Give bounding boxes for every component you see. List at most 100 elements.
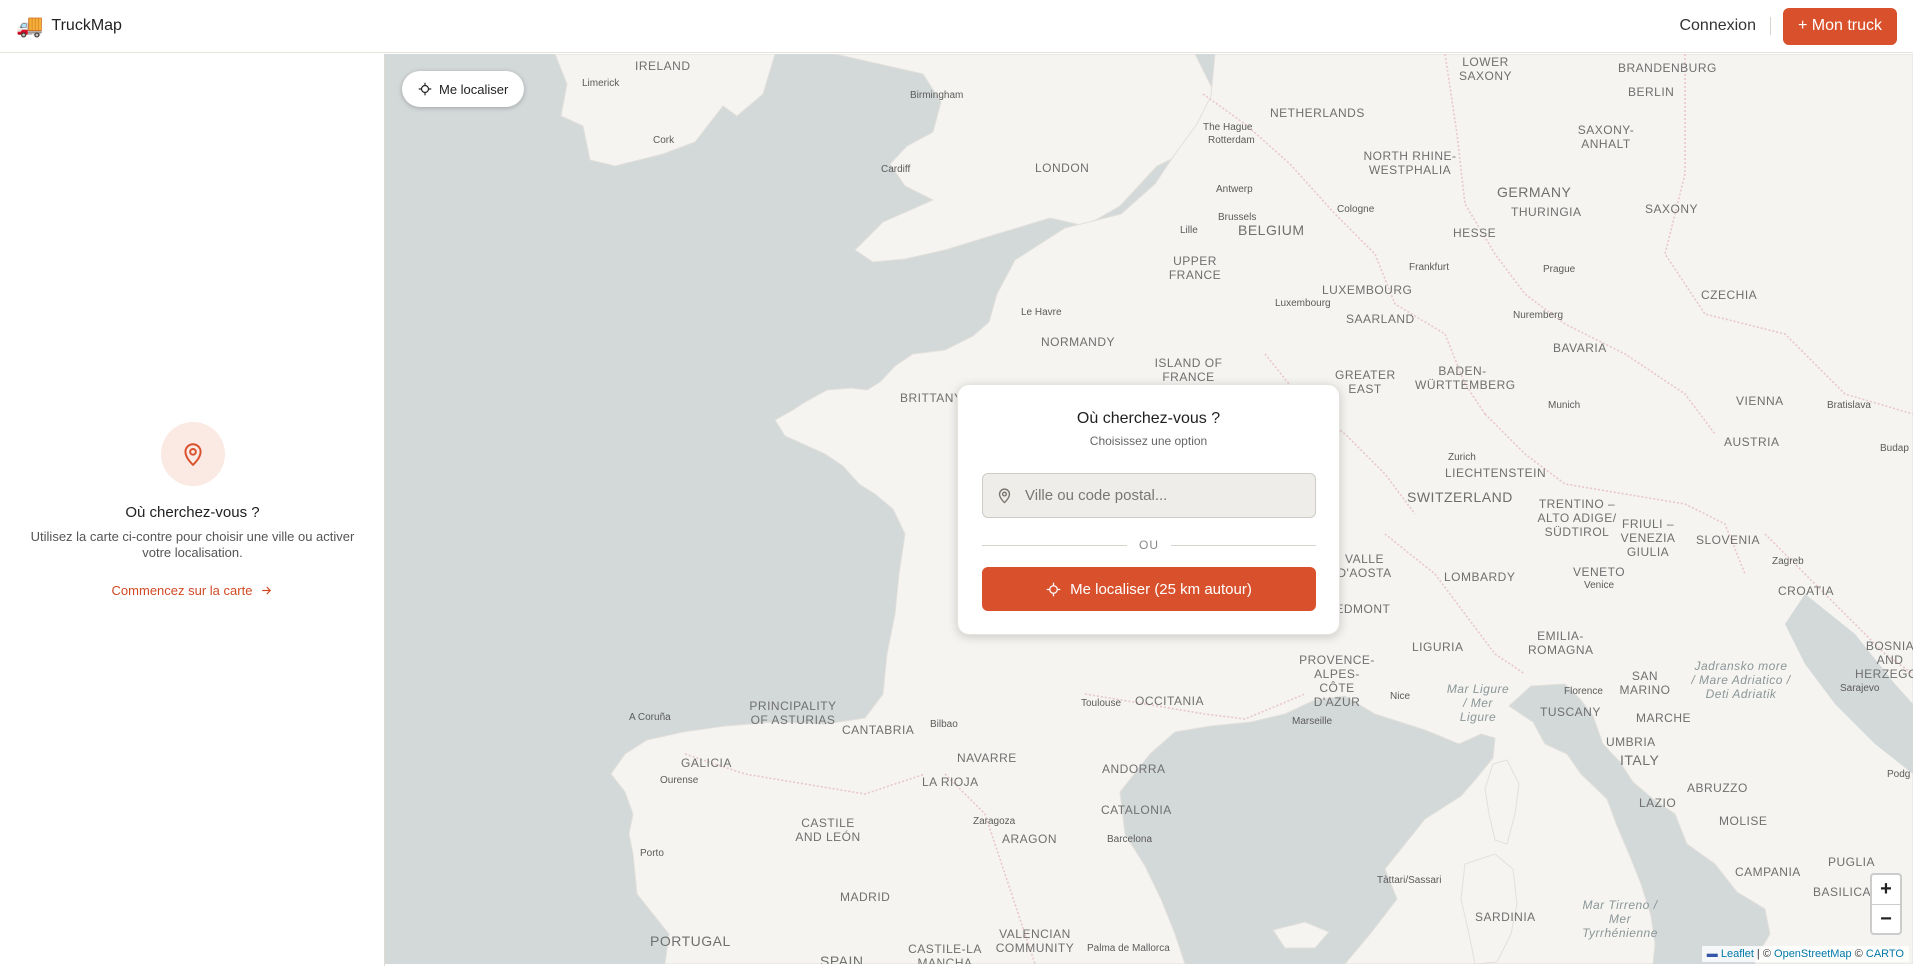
map-label-spain: SPAIN bbox=[820, 953, 864, 964]
map-label-antwerp: Antwerp bbox=[1216, 184, 1253, 195]
map-label-hesse: HESSE bbox=[1453, 226, 1497, 240]
map-label-abruzzo: ABRUZZO bbox=[1687, 781, 1748, 795]
or-label: OU bbox=[1139, 538, 1159, 552]
map-label-thuringia: THURINGIA bbox=[1511, 205, 1582, 219]
leaflet-link[interactable]: Leaflet bbox=[1721, 948, 1754, 960]
map-label-sardinia: SARDINIA bbox=[1475, 910, 1536, 924]
map-label-madrid: MADRID bbox=[840, 890, 891, 904]
add-truck-button[interactable]: + Mon truck bbox=[1782, 7, 1897, 45]
start-on-map-link[interactable]: Commencez sur la carte bbox=[112, 583, 274, 598]
or-divider: OU bbox=[982, 538, 1316, 552]
map-label-germany: GERMANY bbox=[1497, 184, 1572, 200]
map-label-castile-leon: CASTILE AND LEÓN bbox=[795, 816, 861, 844]
map-label-venice: Venice bbox=[1584, 580, 1615, 591]
divider-line-left bbox=[982, 544, 1127, 546]
map-label-umbria: UMBRIA bbox=[1606, 735, 1656, 749]
map-label-mar-tirreno: Mar Tirreno / Mer Tyrrhénienne bbox=[1582, 898, 1658, 940]
map-label-london: LONDON bbox=[1035, 161, 1090, 175]
city-search-box[interactable] bbox=[982, 473, 1316, 518]
map-label-trentino: TRENTINO – ALTO ADIGE/ SÜDTIROL bbox=[1537, 497, 1617, 539]
map-label-lazio: LAZIO bbox=[1639, 796, 1677, 810]
map-label-a-coruna: A Coruña bbox=[629, 712, 671, 723]
map-label-rotterdam: Rotterdam bbox=[1208, 135, 1255, 146]
map-label-tuscany: TUSCANY bbox=[1540, 705, 1601, 719]
map-label-lombardy: LOMBARDY bbox=[1444, 570, 1516, 584]
divider-line-right bbox=[1171, 544, 1316, 546]
map-label-bosnia: BOSNIA AND HERZEGOVINA bbox=[1855, 639, 1913, 681]
map-label-nrw: NORTH RHINE- WESTPHALIA bbox=[1363, 149, 1457, 177]
map-label-belgium: BELGIUM bbox=[1238, 222, 1305, 238]
map-label-the-hague: The Hague bbox=[1203, 122, 1253, 133]
map-label-vienna: VIENNA bbox=[1736, 394, 1784, 408]
map-label-island-of-france: ISLAND OF FRANCE bbox=[1154, 356, 1223, 384]
map-label-palma: Palma de Mallorca bbox=[1087, 943, 1170, 954]
attribution-sep-2: © bbox=[1851, 948, 1866, 960]
map-label-molise: MOLISE bbox=[1719, 814, 1768, 828]
leaflet-flag-icon: ▬ bbox=[1706, 948, 1718, 960]
map-label-marche: MARCHE bbox=[1636, 711, 1692, 725]
map-label-italy: ITALY bbox=[1620, 752, 1660, 768]
map-locate-label: Me localiser bbox=[439, 81, 509, 97]
map-label-netherlands: NETHERLANDS bbox=[1270, 106, 1365, 120]
geolocate-button[interactable]: Me localiser (25 km autour) bbox=[982, 567, 1316, 611]
map-label-budapest: Budap bbox=[1880, 443, 1909, 454]
map-label-prague: Prague bbox=[1543, 264, 1576, 275]
login-link[interactable]: Connexion bbox=[1679, 17, 1756, 35]
brand-name: TruckMap bbox=[51, 17, 122, 34]
osm-link[interactable]: OpenStreetMap bbox=[1774, 948, 1852, 960]
map-label-san-marino: SAN MARINO bbox=[1619, 669, 1671, 697]
map-label-austria: AUSTRIA bbox=[1724, 435, 1780, 449]
map-label-tattari: Tàttari/Sassari bbox=[1377, 875, 1442, 886]
map-label-slovenia: SLOVENIA bbox=[1696, 533, 1761, 547]
city-search-input[interactable] bbox=[1025, 487, 1295, 504]
empty-state-title: Où cherchez-vous ? bbox=[125, 504, 260, 521]
map-label-frankfurt: Frankfurt bbox=[1409, 262, 1450, 273]
map-label-croatia: CROATIA bbox=[1778, 584, 1834, 598]
carto-link[interactable]: CARTO bbox=[1866, 948, 1904, 960]
truck-icon: 🚚 bbox=[16, 13, 44, 38]
crosshair-icon bbox=[1046, 582, 1061, 596]
map-label-birmingham: Birmingham bbox=[910, 90, 964, 101]
map-label-marseille: Marseille bbox=[1292, 716, 1333, 727]
brand[interactable]: 🚚 TruckMap bbox=[16, 15, 122, 37]
map-label-saxony: SAXONY bbox=[1645, 202, 1699, 216]
map-label-brittany: BRITTANY bbox=[900, 391, 963, 405]
map-label-zurich: Zurich bbox=[1448, 452, 1476, 463]
header-actions: Connexion + Mon truck bbox=[1679, 7, 1897, 45]
map-label-luxembourg: LUXEMBOURG bbox=[1322, 283, 1413, 297]
map-label-saarland: SAARLAND bbox=[1346, 312, 1415, 326]
zoom-in-button[interactable]: + bbox=[1872, 875, 1900, 904]
map-label-emilia: EMILIA- ROMAGNA bbox=[1528, 629, 1594, 657]
map-label-florence: Florence bbox=[1564, 686, 1603, 697]
map-label-cologne: Cologne bbox=[1337, 204, 1375, 215]
map-attribution: ▬ Leaflet | © OpenStreetMap © CARTO bbox=[1701, 946, 1909, 962]
map-label-navarre: NAVARRE bbox=[957, 751, 1017, 765]
modal-subtitle: Choisissez une option bbox=[1089, 434, 1208, 448]
map-label-switzerland: SWITZERLAND bbox=[1407, 489, 1513, 505]
map-label-occitania: OCCITANIA bbox=[1135, 694, 1204, 708]
map-label-valle: VALLE D'AOSTA bbox=[1337, 552, 1392, 580]
map-label-brandenburg: BRANDENBURG bbox=[1618, 61, 1717, 75]
map-label-barcelona: Barcelona bbox=[1107, 834, 1153, 845]
zoom-out-button[interactable]: − bbox=[1872, 904, 1900, 933]
map-label-ireland: IRELAND bbox=[635, 59, 691, 73]
map-label-castile-mancha: CASTILE-LA MANCHA bbox=[908, 942, 982, 964]
top-navbar: 🚚 TruckMap Connexion + Mon truck bbox=[0, 0, 1913, 53]
map-label-provence: PROVENCE- ALPES-CÔTE D'AZUR bbox=[1299, 653, 1375, 709]
map-label-campania: CAMPANIA bbox=[1735, 865, 1801, 879]
map-label-jadransko: Jadransko more / Mare Adriatico / Deti A… bbox=[1691, 659, 1791, 701]
map-label-luxembourg-city: Luxembourg bbox=[1275, 298, 1331, 309]
map-label-bilbao: Bilbao bbox=[930, 719, 958, 730]
map-label-liechtenstein: LIECHTENSTEIN bbox=[1445, 466, 1547, 480]
map-label-ourense: Ourense bbox=[660, 775, 699, 786]
map-label-cork: Cork bbox=[653, 135, 675, 146]
map-label-asturias: PRINCIPALITY OF ASTURIAS bbox=[749, 699, 837, 727]
map-label-berlin: BERLIN bbox=[1628, 85, 1675, 99]
map-label-andorra: ANDORRA bbox=[1102, 762, 1166, 776]
map-label-puglia: PUGLIA bbox=[1828, 855, 1876, 869]
map-label-zagreb: Zagreb bbox=[1772, 556, 1804, 567]
map-label-porto: Porto bbox=[640, 848, 664, 859]
map-label-munich: Munich bbox=[1548, 400, 1581, 411]
map-label-le-havre: Le Havre bbox=[1021, 307, 1062, 318]
map-locate-button[interactable]: Me localiser bbox=[402, 71, 525, 107]
